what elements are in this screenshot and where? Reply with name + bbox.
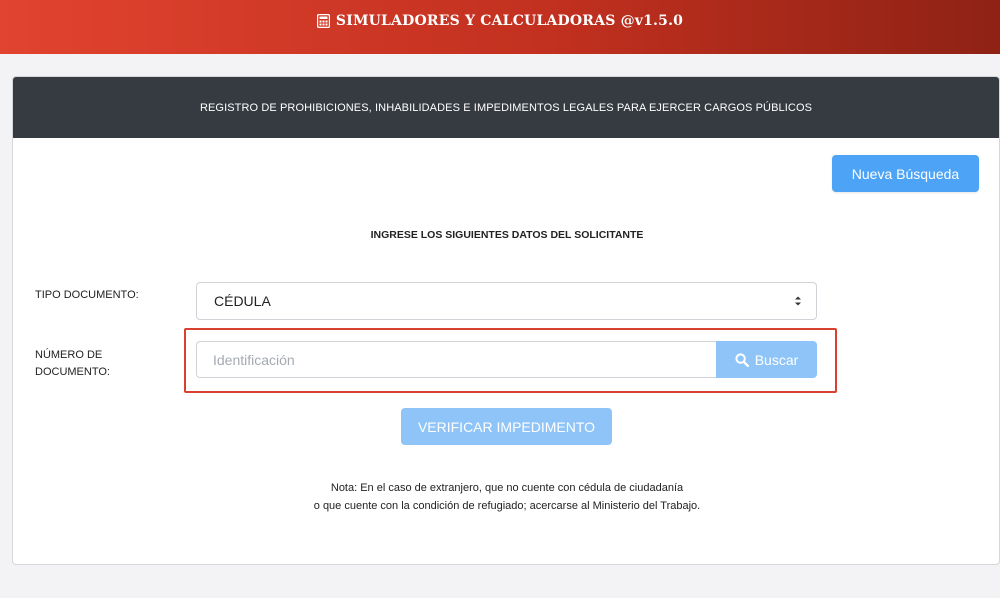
app-title: SIMULADORES Y CALCULADORAS @v1.5.0 [335, 13, 684, 29]
main-card: REGISTRO DE PROHIBICIONES, INHABILIDADES… [12, 76, 1000, 565]
top-bar: SIMULADORES Y CALCULADORAS @v1.5.0 [0, 0, 1000, 54]
app-title-wrap: SIMULADORES Y CALCULADORAS @v1.5.0 [316, 13, 684, 29]
note-line-1: Nota: En el caso de extranjero, que no c… [330, 482, 684, 494]
form-subtitle: INGRESE LOS SIGUIENTES DATOS DEL SOLICIT… [370, 229, 644, 241]
verify-impediment-button[interactable]: VERIFICAR IMPEDIMENTO [401, 408, 612, 445]
note-line-2: o que cuente con la condición de refugia… [313, 500, 701, 512]
identification-placeholder: Identificación [213, 351, 295, 368]
doc-number-label-line2: DOCUMENTO: [35, 366, 110, 378]
doc-type-label: TIPO DOCUMENTO: [35, 289, 139, 301]
card-header: REGISTRO DE PROHIBICIONES, INHABILIDADES… [13, 77, 999, 138]
identification-input[interactable]: Identificación [196, 341, 717, 378]
doc-number-label: NÚMERO DE DOCUMENTO: [35, 347, 145, 381]
doc-type-select[interactable]: CÉDULA [196, 282, 817, 320]
search-icon [735, 352, 749, 367]
select-caret-icon [795, 296, 801, 306]
doc-number-label-line1: NÚMERO DE [35, 349, 103, 361]
calculator-icon [316, 14, 330, 28]
doc-type-selected-value: CÉDULA [214, 293, 271, 309]
new-search-button[interactable]: Nueva Búsqueda [832, 155, 979, 192]
note-text: Nota: En el caso de extranjero, que no c… [13, 479, 999, 515]
search-button-label: Buscar [754, 351, 799, 368]
search-button[interactable]: Buscar [716, 341, 817, 378]
card-header-title: REGISTRO DE PROHIBICIONES, INHABILIDADES… [199, 101, 813, 114]
